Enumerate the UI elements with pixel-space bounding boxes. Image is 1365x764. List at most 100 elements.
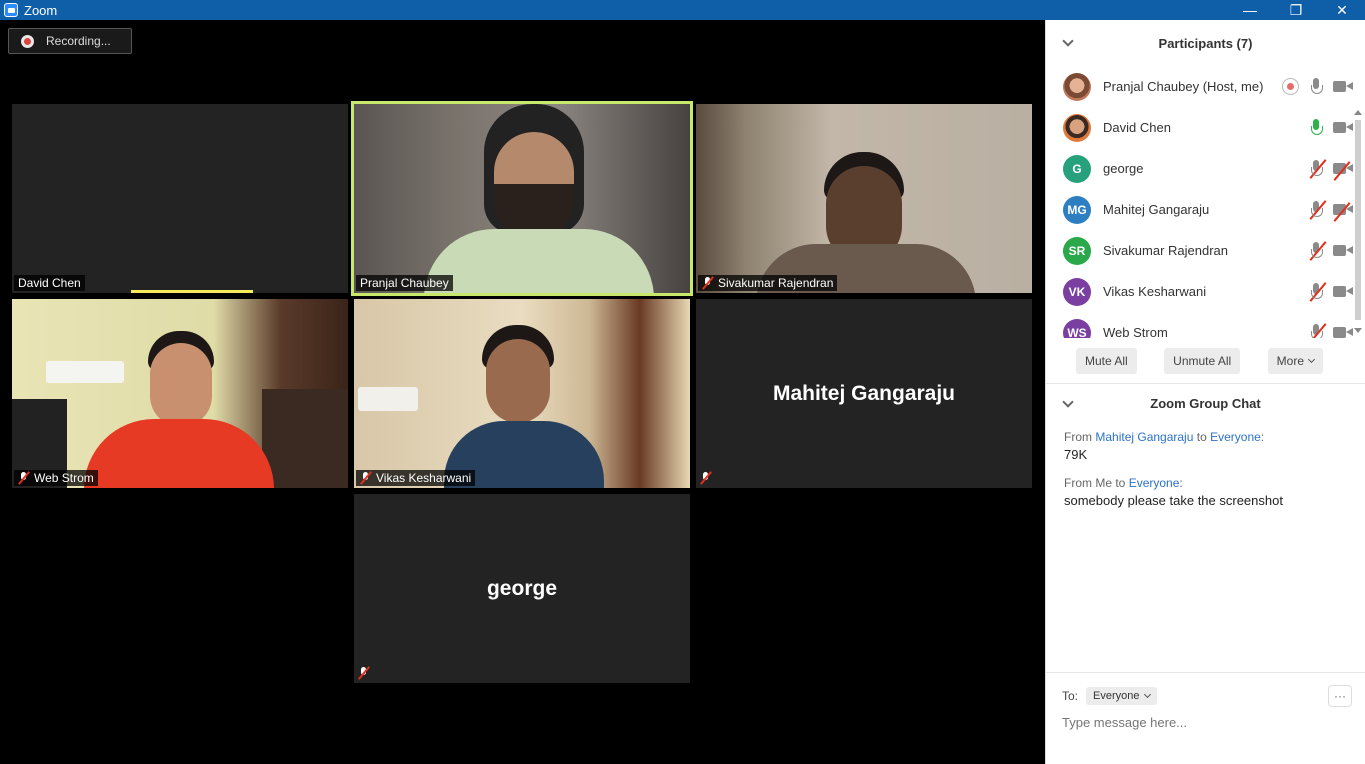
muted-mic-icon — [360, 471, 372, 485]
mic-icon[interactable] — [1309, 78, 1323, 95]
chat-message: From Me to Everyone: somebody please tak… — [1046, 476, 1365, 508]
muted-mic-icon — [358, 666, 370, 680]
minimize-button[interactable]: — — [1227, 0, 1273, 20]
participant-row[interactable]: SR Sivakumar Rajendran — [1046, 230, 1365, 271]
tile-name: Web Strom — [34, 471, 94, 485]
participants-list: Pranjal Chaubey (Host, me) David Chen G … — [1046, 66, 1365, 338]
recipient-select[interactable]: Everyone — [1086, 687, 1157, 705]
muted-mic-icon — [700, 471, 712, 485]
video-tile-sivakumar-rajendran[interactable]: Sivakumar Rajendran — [696, 104, 1032, 293]
participants-header: Participants (7) — [1046, 20, 1365, 66]
participant-row[interactable]: Pranjal Chaubey (Host, me) — [1046, 66, 1365, 107]
tile-name: Sivakumar Rajendran — [718, 276, 834, 290]
participants-title: Participants (7) — [1158, 35, 1253, 51]
scroll-up-icon[interactable] — [1354, 110, 1362, 115]
tile-name: David Chen — [18, 276, 81, 290]
zoom-app-icon — [4, 3, 18, 17]
mic-muted-icon[interactable] — [1309, 323, 1327, 338]
scroll-thumb[interactable] — [1355, 120, 1361, 320]
recipient-link[interactable]: Everyone — [1210, 430, 1261, 444]
tile-name-label: Vikas Kesharwani — [356, 470, 476, 486]
collapse-chevron-icon[interactable] — [1062, 396, 1074, 408]
camera-icon[interactable] — [1333, 326, 1353, 338]
restore-button[interactable]: ❐ — [1273, 0, 1319, 20]
chevron-down-icon — [1307, 355, 1316, 363]
mic-muted-icon[interactable] — [1309, 241, 1327, 261]
participant-row[interactable]: David Chen — [1046, 107, 1365, 148]
tile-name-label: Web Strom — [14, 470, 98, 486]
window-title: Zoom — [24, 2, 58, 18]
chat-message-body: 79K — [1064, 447, 1088, 462]
video-tile-vikas-kesharwani[interactable]: Vikas Kesharwani — [354, 299, 690, 488]
participant-row[interactable]: WS Web Strom — [1046, 312, 1365, 338]
recording-label: Recording... — [46, 34, 111, 48]
tile-name: Pranjal Chaubey — [360, 276, 449, 290]
video-tile-web-strom[interactable]: Web Strom — [12, 299, 348, 488]
mic-muted-icon[interactable] — [1309, 200, 1327, 220]
chat-message-body: somebody please take the screenshot — [1064, 493, 1283, 508]
to-label: To: — [1062, 689, 1079, 703]
camera-icon[interactable] — [1333, 285, 1353, 298]
video-feed — [354, 299, 690, 488]
avatar: MG — [1063, 195, 1091, 224]
from-prefix: From — [1064, 430, 1096, 444]
tile-name-label: Sivakumar Rajendran — [698, 275, 838, 291]
video-tile-george[interactable]: george — [354, 494, 690, 683]
muted-mic-icon — [18, 471, 30, 485]
camera-off-icon[interactable] — [1333, 202, 1353, 222]
mic-muted-icon[interactable] — [1309, 282, 1327, 302]
camera-icon[interactable] — [1333, 244, 1353, 257]
record-icon — [21, 34, 34, 48]
avatar — [1063, 113, 1091, 142]
participant-row[interactable]: MG Mahitej Gangaraju — [1046, 189, 1365, 230]
chat-message: From Mahitej Gangaraju to Everyone: 79K — [1046, 430, 1365, 462]
sidebar-panel: Participants (7) Pranjal Chaubey (Host, … — [1045, 20, 1365, 764]
camera-icon[interactable] — [1333, 121, 1353, 134]
avatar: G — [1063, 154, 1091, 183]
mic-muted-icon[interactable] — [1309, 159, 1327, 179]
video-tile-pranjal-chaubey[interactable]: Pranjal Chaubey — [351, 101, 693, 296]
avatar: VK — [1063, 277, 1091, 306]
video-feed — [12, 299, 348, 488]
recipient-link[interactable]: Everyone — [1129, 476, 1180, 490]
scroll-down-icon[interactable] — [1354, 328, 1362, 333]
participants-scrollbar[interactable] — [1353, 66, 1363, 338]
unmute-all-button[interactable]: Unmute All — [1164, 347, 1241, 374]
to-prefix: to — [1193, 430, 1211, 444]
more-label: More — [1276, 353, 1304, 368]
recipient-row: To: Everyone — [1062, 687, 1157, 705]
chat-compose: To: Everyone ··· — [1046, 672, 1365, 764]
recording-indicator[interactable]: Recording... — [8, 28, 132, 54]
chevron-down-icon — [1143, 690, 1151, 699]
close-button[interactable]: ✕ — [1319, 0, 1365, 20]
muted-mic-icon — [702, 276, 714, 290]
more-button[interactable]: More — [1267, 347, 1323, 374]
tile-name-label: David Chen — [14, 275, 85, 291]
mute-all-button[interactable]: Mute All — [1076, 347, 1137, 374]
tile-name-label: Pranjal Chaubey — [356, 275, 453, 291]
participant-row[interactable]: VK Vikas Kesharwani — [1046, 271, 1365, 312]
sender-link[interactable]: Mahitej Gangaraju — [1095, 430, 1193, 444]
tile-name: Vikas Kesharwani — [376, 471, 472, 485]
avatar — [1063, 72, 1091, 101]
meta-suffix: : — [1260, 430, 1265, 444]
meta-suffix: : — [1179, 476, 1183, 490]
collapse-chevron-icon[interactable] — [1062, 35, 1074, 47]
title-bar: Zoom — ❐ ✕ — [0, 0, 1365, 20]
tile-big-name: Mahitej Gangaraju — [772, 381, 956, 405]
participants-actions: Mute All Unmute All More — [1046, 338, 1365, 384]
chat-header: Zoom Group Chat — [1046, 384, 1365, 422]
camera-off-icon[interactable] — [1333, 161, 1353, 181]
video-gallery: Recording... David Chen Pranjal Chaubey … — [0, 20, 1045, 764]
chat-message-meta: From Me to Everyone: — [1064, 476, 1347, 490]
chat-more-button[interactable]: ··· — [1328, 685, 1352, 707]
video-tile-david-chen[interactable]: David Chen — [12, 104, 348, 293]
camera-icon[interactable] — [1333, 80, 1353, 93]
chat-message-input[interactable] — [1062, 715, 1342, 730]
participant-row[interactable]: G george — [1046, 148, 1365, 189]
video-feed — [354, 104, 690, 293]
tile-big-name: george — [486, 576, 557, 600]
chat-message-meta: From Mahitej Gangaraju to Everyone: — [1064, 430, 1347, 444]
mic-active-icon[interactable] — [1309, 119, 1323, 136]
video-tile-mahitej-gangaraju[interactable]: Mahitej Gangaraju — [696, 299, 1032, 488]
